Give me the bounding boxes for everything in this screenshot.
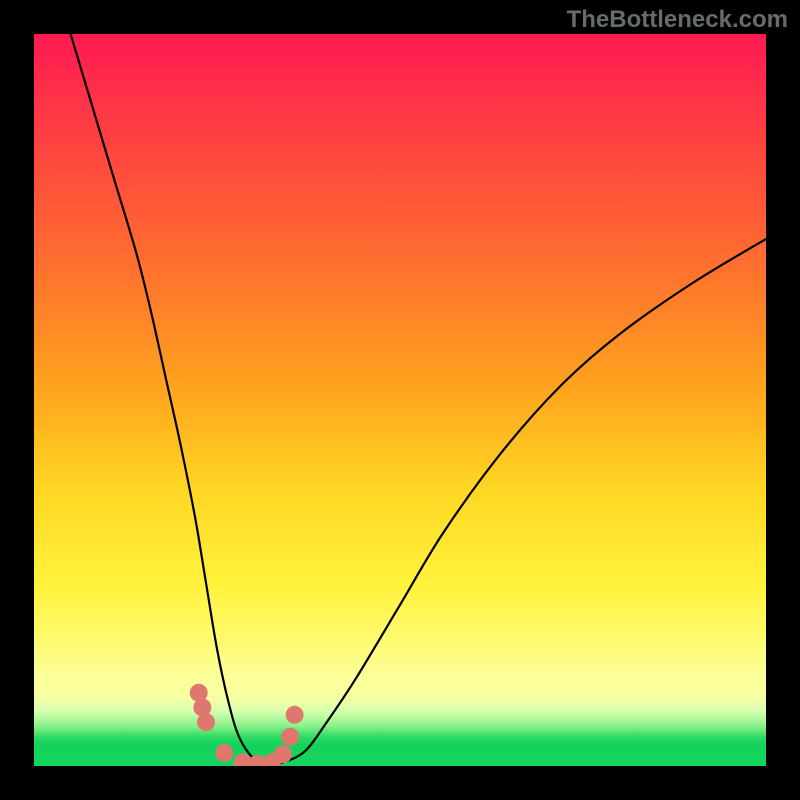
bottleneck-curve <box>71 34 766 766</box>
watermark-text: TheBottleneck.com <box>567 6 788 34</box>
marker-dot <box>193 698 211 716</box>
marker-dot <box>234 753 252 766</box>
marker-dot <box>263 753 281 766</box>
plot-area <box>34 34 766 766</box>
marker-dot <box>281 728 299 746</box>
marker-dot <box>190 684 208 702</box>
marker-dot <box>215 744 233 762</box>
highlighted-points <box>190 684 304 766</box>
marker-dot <box>274 745 292 763</box>
curve-layer <box>34 34 766 766</box>
marker-dot <box>248 755 266 766</box>
marker-dot <box>197 713 215 731</box>
marker-dot <box>286 706 304 724</box>
chart-frame: TheBottleneck.com <box>0 0 800 800</box>
